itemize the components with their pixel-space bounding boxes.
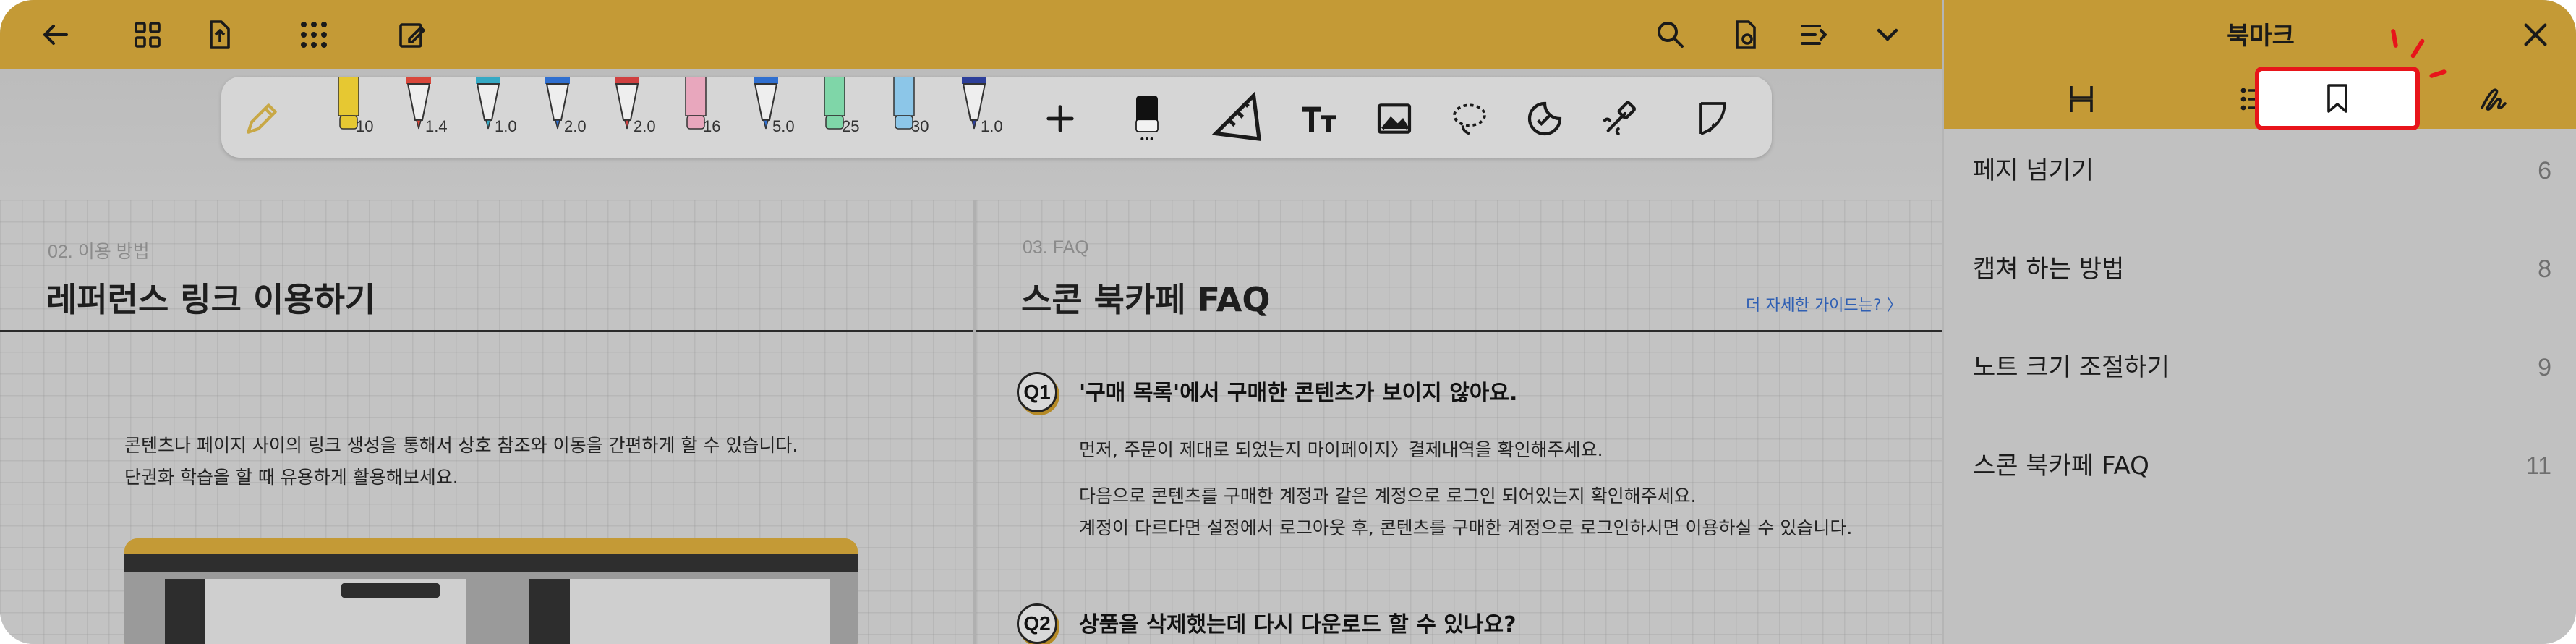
pen-settings-icon[interactable] (240, 97, 283, 140)
embedded-screenshot (124, 538, 858, 644)
pen-slot-blue-pen[interactable]: 2.0 (531, 77, 596, 158)
panel-title: 북마크 (2227, 22, 2295, 51)
screenshot-card-tag (341, 583, 440, 598)
bookmark-item[interactable]: 스콘 북카페 FAQ 11 (1944, 417, 2576, 515)
q2-badge: Q2 (1017, 603, 1057, 644)
back-arrow-icon[interactable] (35, 14, 75, 55)
left-body-line-2: 단권화 학습을 할 때 유용하게 활용해보세요. (124, 467, 459, 488)
ruler-icon[interactable] (1205, 82, 1270, 152)
bookmark-page-number: 8 (2538, 255, 2551, 283)
pen-slot-pink-highlighter[interactable]: 16 (670, 77, 735, 158)
q1-question: '구매 목록'에서 구매한 콘텐츠가 보이지 않아요. (1079, 381, 1518, 406)
guide-link[interactable]: 더 자세한 가이드는? 〉 (1746, 292, 1903, 315)
bookmark-page-number: 6 (2538, 157, 2551, 185)
pen-slot-red-pen-2[interactable]: 2.0 (600, 77, 665, 158)
top-bar (0, 0, 1942, 69)
tab-bookmark[interactable] (2255, 67, 2420, 130)
tab-outline[interactable] (2009, 69, 2154, 129)
text-tool-icon[interactable] (1297, 97, 1341, 140)
laser-pointer-icon[interactable] (1598, 97, 1642, 140)
bookmark-icon (2327, 84, 2347, 113)
q1-badge: Q1 (1017, 372, 1057, 412)
pen-slot-navy-pen[interactable]: 1.0 (947, 77, 1012, 158)
left-page-title: 레퍼런스 링크 이용하기 (46, 280, 376, 319)
panel-header: 북마크 (1944, 0, 2576, 130)
search-icon[interactable] (1650, 14, 1691, 55)
bookmark-page-number: 9 (2538, 354, 2551, 381)
edit-page-icon[interactable] (392, 14, 432, 55)
page-curl-icon[interactable] (1682, 97, 1740, 140)
bookmark-label: 노트 크기 조절하기 (1973, 353, 2170, 382)
tab-handwriting[interactable] (2421, 69, 2566, 129)
pen-slot-red-pen[interactable]: 1.4 (392, 77, 457, 158)
q2-question: 상품을 삭제했는데 다시 다운로드 할 수 있나요? (1079, 612, 1517, 637)
eraser-icon[interactable] (1125, 77, 1169, 158)
chevron-down-icon[interactable] (1867, 14, 1908, 55)
screenshot-card-2 (529, 579, 830, 644)
handwriting-icon (2481, 88, 2507, 111)
highlighter-icon (824, 77, 845, 130)
apps-icon[interactable] (294, 14, 334, 55)
pen-size-label: 2.0 (564, 117, 587, 135)
pen-size-label: 25 (842, 117, 860, 135)
pen-slot-cyan-pen[interactable]: 1.0 (461, 77, 526, 158)
highlighter-icon (893, 77, 915, 130)
pen-size-label: 16 (703, 117, 721, 135)
q1-answer-line-1: 먼저, 주문이 제대로 되었는지 마이페이지〉결제내역을 확인해주세요. (1079, 439, 1603, 460)
right-section-label: 03. FAQ (1023, 237, 1089, 258)
sticker-icon[interactable] (1523, 97, 1566, 140)
bookmark-label: 캡쳐 하는 방법 (1973, 255, 2125, 284)
pen-size-label: 10 (356, 117, 374, 135)
lasso-icon[interactable] (1448, 97, 1491, 140)
bookmark-panel: 북마크 페지 넘기기 6 캡쳐 하는 방법 8 노트 크기 조절하기 9 스콘 북카페 FA… (1942, 0, 2576, 644)
highlighter-icon (338, 77, 359, 130)
bookmark-item[interactable]: 노트 크기 조절하기 9 (1944, 318, 2576, 417)
highlighter-icon (685, 77, 707, 130)
left-body-line-1: 콘텐츠나 페이지 사이의 링크 생성을 통해서 상호 참조와 이동을 간편하게 … (124, 435, 798, 456)
page-divider (973, 200, 976, 644)
q1-answer-line-2: 다음으로 콘텐츠를 구매한 계정과 같은 계정으로 로그인 되어있는지 확인해주… (1079, 486, 1697, 507)
pen-slot-green-highlighter[interactable]: 25 (809, 77, 874, 158)
bookmark-label: 페지 넘기기 (1973, 156, 2094, 185)
pen-size-label: 1.0 (981, 117, 1003, 135)
right-title-rule (976, 330, 1942, 332)
pen-slot-blue-pen-2[interactable]: 5.0 (739, 77, 804, 158)
app-window: 10 1.4 1.0 2.0 2.0 16 5.0 25 30 1.0 02. … (0, 0, 2576, 644)
left-title-rule (0, 330, 973, 332)
bookmark-page-number: 11 (2525, 452, 2551, 480)
screenshot-topbar (124, 538, 858, 554)
grid-view-icon[interactable] (127, 14, 168, 55)
bookmark-item[interactable]: 페지 넘기기 6 (1944, 122, 2576, 220)
close-icon[interactable] (2515, 14, 2556, 55)
page-settings-icon[interactable] (1726, 14, 1766, 55)
image-tool-icon[interactable] (1373, 97, 1416, 140)
bookmark-label: 스콘 북카페 FAQ (1973, 452, 2149, 480)
pen-size-label: 1.4 (425, 117, 448, 135)
outline-icon (2070, 86, 2093, 112)
pen-size-label: 2.0 (634, 117, 656, 135)
pen-slot-yellow-highlighter[interactable]: 10 (323, 77, 388, 158)
q1-answer-line-3: 계정이 다르다면 설정에서 로그아웃 후, 콘텐츠를 구매한 계정으로 로그인하… (1079, 517, 1853, 538)
right-page-title: 스콘 북카페 FAQ (1021, 280, 1271, 319)
screenshot-tabbar (124, 554, 858, 572)
drawing-toolbar: 10 1.4 1.0 2.0 2.0 16 5.0 25 30 1.0 (221, 77, 1772, 158)
pen-size-label: 30 (911, 117, 929, 135)
pen-size-label: 5.0 (772, 117, 795, 135)
export-icon[interactable] (200, 14, 240, 55)
bookmark-item[interactable]: 캡쳐 하는 방법 8 (1944, 220, 2576, 318)
screenshot-card-index-2 (529, 579, 570, 644)
add-pen-icon[interactable] (1038, 97, 1082, 140)
left-section-label: 02. 이용 방법 (48, 242, 150, 262)
page-list-icon[interactable] (1794, 14, 1834, 55)
screenshot-card-index-1 (165, 579, 205, 644)
pen-slot-sky-highlighter[interactable]: 30 (878, 77, 943, 158)
pen-size-label: 1.0 (495, 117, 517, 135)
